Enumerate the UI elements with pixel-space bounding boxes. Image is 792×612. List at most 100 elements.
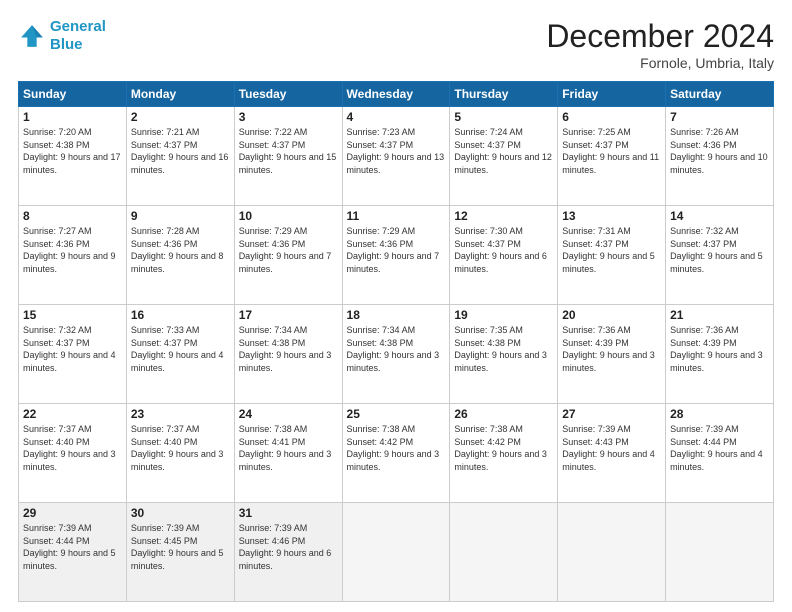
day-number: 18 [347, 308, 446, 322]
table-row: 10 Sunrise: 7:29 AM Sunset: 4:36 PM Dayl… [234, 206, 342, 305]
day-info: Sunrise: 7:38 AM Sunset: 4:42 PM Dayligh… [454, 423, 553, 473]
day-number: 7 [670, 110, 769, 124]
day-number: 4 [347, 110, 446, 124]
day-number: 10 [239, 209, 338, 223]
table-row: 17 Sunrise: 7:34 AM Sunset: 4:38 PM Dayl… [234, 305, 342, 404]
col-monday: Monday [126, 82, 234, 107]
day-number: 9 [131, 209, 230, 223]
day-number: 3 [239, 110, 338, 124]
day-number: 25 [347, 407, 446, 421]
table-row: 2 Sunrise: 7:21 AM Sunset: 4:37 PM Dayli… [126, 107, 234, 206]
table-row: 16 Sunrise: 7:33 AM Sunset: 4:37 PM Dayl… [126, 305, 234, 404]
calendar-subtitle: Fornole, Umbria, Italy [546, 55, 774, 71]
day-info: Sunrise: 7:25 AM Sunset: 4:37 PM Dayligh… [562, 126, 661, 176]
table-row: 22 Sunrise: 7:37 AM Sunset: 4:40 PM Dayl… [19, 404, 127, 503]
table-row: 24 Sunrise: 7:38 AM Sunset: 4:41 PM Dayl… [234, 404, 342, 503]
logo-general: General [50, 18, 106, 35]
table-row: 25 Sunrise: 7:38 AM Sunset: 4:42 PM Dayl… [342, 404, 450, 503]
day-number: 16 [131, 308, 230, 322]
day-info: Sunrise: 7:20 AM Sunset: 4:38 PM Dayligh… [23, 126, 122, 176]
calendar-week-row: 22 Sunrise: 7:37 AM Sunset: 4:40 PM Dayl… [19, 404, 774, 503]
day-number: 21 [670, 308, 769, 322]
day-info: Sunrise: 7:30 AM Sunset: 4:37 PM Dayligh… [454, 225, 553, 275]
day-number: 1 [23, 110, 122, 124]
table-row: 11 Sunrise: 7:29 AM Sunset: 4:36 PM Dayl… [342, 206, 450, 305]
logo-icon [18, 22, 46, 50]
table-row: 31 Sunrise: 7:39 AM Sunset: 4:46 PM Dayl… [234, 503, 342, 602]
col-sunday: Sunday [19, 82, 127, 107]
day-info: Sunrise: 7:32 AM Sunset: 4:37 PM Dayligh… [670, 225, 769, 275]
calendar-title: December 2024 [546, 18, 774, 55]
table-row: 23 Sunrise: 7:37 AM Sunset: 4:40 PM Dayl… [126, 404, 234, 503]
day-number: 17 [239, 308, 338, 322]
table-row: 30 Sunrise: 7:39 AM Sunset: 4:45 PM Dayl… [126, 503, 234, 602]
day-info: Sunrise: 7:39 AM Sunset: 4:44 PM Dayligh… [670, 423, 769, 473]
table-row: 28 Sunrise: 7:39 AM Sunset: 4:44 PM Dayl… [666, 404, 774, 503]
day-number: 19 [454, 308, 553, 322]
day-info: Sunrise: 7:28 AM Sunset: 4:36 PM Dayligh… [131, 225, 230, 275]
day-number: 28 [670, 407, 769, 421]
day-info: Sunrise: 7:39 AM Sunset: 4:45 PM Dayligh… [131, 522, 230, 572]
day-info: Sunrise: 7:22 AM Sunset: 4:37 PM Dayligh… [239, 126, 338, 176]
day-info: Sunrise: 7:37 AM Sunset: 4:40 PM Dayligh… [23, 423, 122, 473]
table-row: 7 Sunrise: 7:26 AM Sunset: 4:36 PM Dayli… [666, 107, 774, 206]
table-row: 13 Sunrise: 7:31 AM Sunset: 4:37 PM Dayl… [558, 206, 666, 305]
day-info: Sunrise: 7:36 AM Sunset: 4:39 PM Dayligh… [670, 324, 769, 374]
day-info: Sunrise: 7:38 AM Sunset: 4:42 PM Dayligh… [347, 423, 446, 473]
table-row: 4 Sunrise: 7:23 AM Sunset: 4:37 PM Dayli… [342, 107, 450, 206]
calendar-week-row: 29 Sunrise: 7:39 AM Sunset: 4:44 PM Dayl… [19, 503, 774, 602]
table-row: 15 Sunrise: 7:32 AM Sunset: 4:37 PM Dayl… [19, 305, 127, 404]
table-row [450, 503, 558, 602]
day-info: Sunrise: 7:39 AM Sunset: 4:43 PM Dayligh… [562, 423, 661, 473]
day-info: Sunrise: 7:35 AM Sunset: 4:38 PM Dayligh… [454, 324, 553, 374]
day-number: 5 [454, 110, 553, 124]
day-number: 12 [454, 209, 553, 223]
day-number: 20 [562, 308, 661, 322]
day-info: Sunrise: 7:29 AM Sunset: 4:36 PM Dayligh… [347, 225, 446, 275]
day-info: Sunrise: 7:23 AM Sunset: 4:37 PM Dayligh… [347, 126, 446, 176]
table-row: 8 Sunrise: 7:27 AM Sunset: 4:36 PM Dayli… [19, 206, 127, 305]
day-info: Sunrise: 7:26 AM Sunset: 4:36 PM Dayligh… [670, 126, 769, 176]
day-number: 31 [239, 506, 338, 520]
day-number: 23 [131, 407, 230, 421]
table-row: 3 Sunrise: 7:22 AM Sunset: 4:37 PM Dayli… [234, 107, 342, 206]
col-tuesday: Tuesday [234, 82, 342, 107]
page: General Blue December 2024 Fornole, Umbr… [0, 0, 792, 612]
logo: General Blue [18, 18, 106, 54]
title-block: December 2024 Fornole, Umbria, Italy [546, 18, 774, 71]
col-wednesday: Wednesday [342, 82, 450, 107]
table-row [558, 503, 666, 602]
table-row: 12 Sunrise: 7:30 AM Sunset: 4:37 PM Dayl… [450, 206, 558, 305]
day-number: 6 [562, 110, 661, 124]
calendar-week-row: 8 Sunrise: 7:27 AM Sunset: 4:36 PM Dayli… [19, 206, 774, 305]
day-info: Sunrise: 7:39 AM Sunset: 4:46 PM Dayligh… [239, 522, 338, 572]
table-row [666, 503, 774, 602]
day-number: 2 [131, 110, 230, 124]
day-info: Sunrise: 7:36 AM Sunset: 4:39 PM Dayligh… [562, 324, 661, 374]
day-number: 24 [239, 407, 338, 421]
day-info: Sunrise: 7:38 AM Sunset: 4:41 PM Dayligh… [239, 423, 338, 473]
day-number: 11 [347, 209, 446, 223]
table-row: 18 Sunrise: 7:34 AM Sunset: 4:38 PM Dayl… [342, 305, 450, 404]
day-info: Sunrise: 7:24 AM Sunset: 4:37 PM Dayligh… [454, 126, 553, 176]
table-row: 19 Sunrise: 7:35 AM Sunset: 4:38 PM Dayl… [450, 305, 558, 404]
table-row: 26 Sunrise: 7:38 AM Sunset: 4:42 PM Dayl… [450, 404, 558, 503]
day-number: 29 [23, 506, 122, 520]
table-row: 21 Sunrise: 7:36 AM Sunset: 4:39 PM Dayl… [666, 305, 774, 404]
table-row: 5 Sunrise: 7:24 AM Sunset: 4:37 PM Dayli… [450, 107, 558, 206]
day-info: Sunrise: 7:32 AM Sunset: 4:37 PM Dayligh… [23, 324, 122, 374]
day-number: 30 [131, 506, 230, 520]
day-info: Sunrise: 7:21 AM Sunset: 4:37 PM Dayligh… [131, 126, 230, 176]
table-row: 20 Sunrise: 7:36 AM Sunset: 4:39 PM Dayl… [558, 305, 666, 404]
day-info: Sunrise: 7:33 AM Sunset: 4:37 PM Dayligh… [131, 324, 230, 374]
col-saturday: Saturday [666, 82, 774, 107]
day-info: Sunrise: 7:34 AM Sunset: 4:38 PM Dayligh… [347, 324, 446, 374]
table-row: 9 Sunrise: 7:28 AM Sunset: 4:36 PM Dayli… [126, 206, 234, 305]
table-row: 29 Sunrise: 7:39 AM Sunset: 4:44 PM Dayl… [19, 503, 127, 602]
day-info: Sunrise: 7:27 AM Sunset: 4:36 PM Dayligh… [23, 225, 122, 275]
day-number: 13 [562, 209, 661, 223]
logo-text: General Blue [50, 18, 106, 54]
calendar-week-row: 15 Sunrise: 7:32 AM Sunset: 4:37 PM Dayl… [19, 305, 774, 404]
table-row: 1 Sunrise: 7:20 AM Sunset: 4:38 PM Dayli… [19, 107, 127, 206]
col-thursday: Thursday [450, 82, 558, 107]
